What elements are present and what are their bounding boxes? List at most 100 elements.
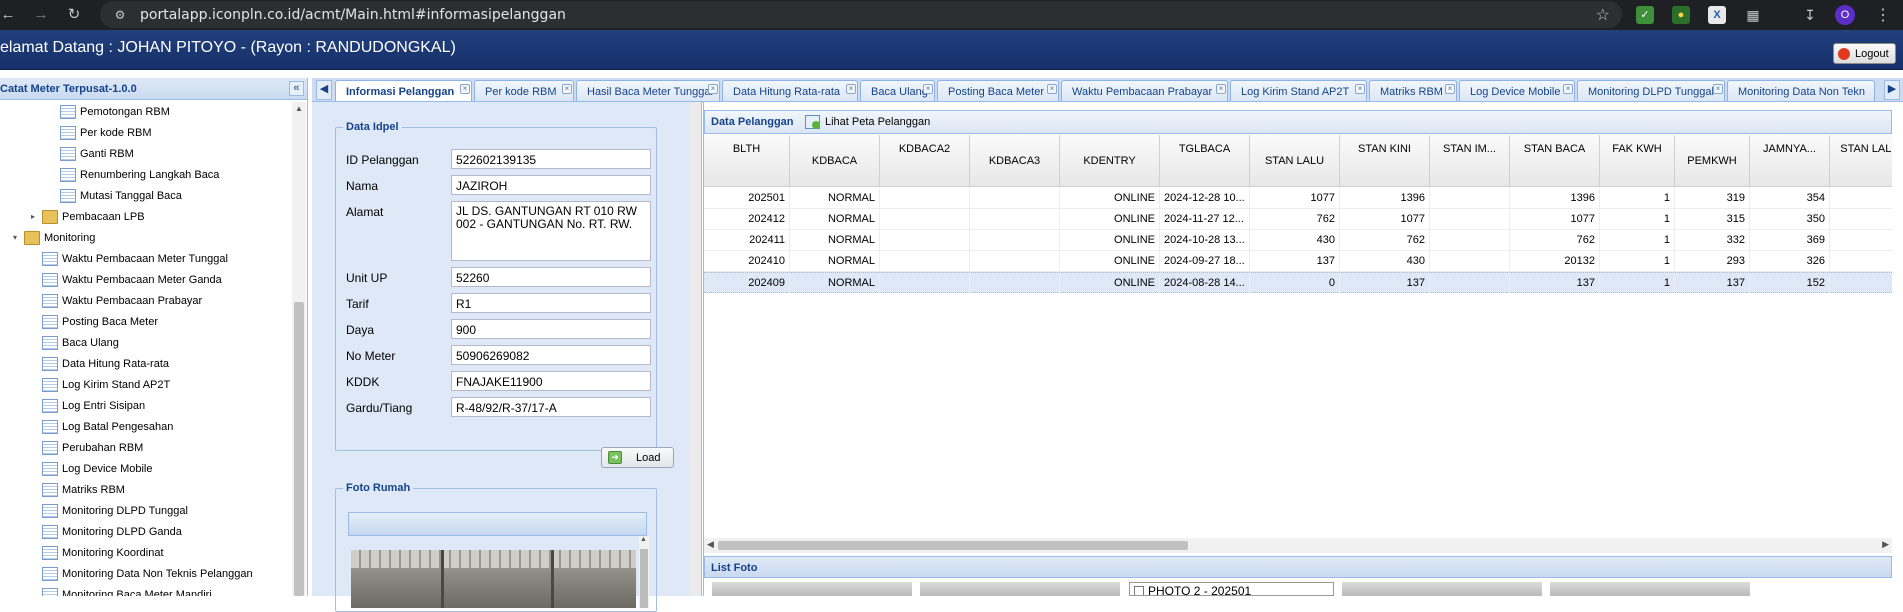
sidebar-item[interactable]: Perubahan RBM [0,438,290,459]
forward-icon[interactable]: → [31,5,51,25]
sidebar-item[interactable]: Monitoring DLPD Ganda [0,522,290,543]
excel-extension-icon[interactable]: X [1708,6,1726,24]
back-icon[interactable]: ← [0,5,18,25]
field-input[interactable]: 52260 [451,267,651,287]
column-header[interactable]: STAN BACA [1510,135,1600,186]
column-header[interactable]: KDBACA [790,135,880,186]
field-input[interactable]: R-48/92/R-37/17-A [451,397,651,417]
collapse-panel-icon[interactable]: « [289,81,304,96]
sidebar-item[interactable]: Monitoring Data Non Teknis Pelanggan [0,564,290,585]
site-settings-icon[interactable]: ⚙ [112,7,128,23]
column-header[interactable]: KDENTRY [1060,135,1160,186]
sidebar-item[interactable]: Log Device Mobile [0,459,290,480]
sidebar-item[interactable]: Log Entri Sisipan [0,396,290,417]
table-row[interactable]: 202501 NORMAL ONLINE 2024-12-28 10... 1077 13… [704,188,1892,209]
tab-close-icon[interactable]: × [460,84,470,94]
tab-close-icon[interactable]: × [1047,84,1057,94]
tab-waktu-pembacaan-prabayar[interactable]: Waktu Pembacaan Prabayar × [1061,80,1228,101]
sidebar-item[interactable]: Waktu Pembacaan Meter Tunggal [0,249,290,270]
photo-thumbnail[interactable] [1550,582,1750,596]
column-header[interactable]: PEMKWH [1675,135,1750,186]
field-input[interactable]: 522602139135 [451,149,651,169]
column-header[interactable]: STAN IM... [1430,135,1510,186]
scroll-right-arrow-icon[interactable]: ▶ [1882,539,1889,550]
tab-close-icon[interactable]: × [846,84,856,94]
scroll-left-arrow-icon[interactable]: ◀ [707,539,714,550]
sidebar-item[interactable]: ▸ Pembacaan LPB [0,207,290,228]
field-input[interactable]: FNAJAKE11900 [451,371,651,391]
tab-matriks-rbm[interactable]: Matriks RBM × [1369,80,1457,101]
field-input[interactable]: 900 [451,319,651,339]
load-button[interactable]: ➜ Load [601,447,674,468]
sidebar-item[interactable]: Data Hitung Rata-rata [0,354,290,375]
tab-informasi-pelanggan[interactable]: Informasi Pelanggan × [335,80,472,101]
sidebar-item[interactable]: Log Kirim Stand AP2T [0,375,290,396]
tab-data-hitung-rata-rata[interactable]: Data Hitung Rata-rata × [722,80,858,101]
column-header[interactable]: KDBACA2 [880,135,970,186]
tab-hasil-baca-meter-tunggal[interactable]: Hasil Baca Meter Tunggal × [576,80,720,101]
column-header[interactable]: TGLBACA [1160,135,1250,186]
scrollbar-thumb[interactable] [718,541,1188,550]
scrollbar-thumb[interactable] [294,302,304,596]
tab-close-icon[interactable]: × [708,84,718,94]
sidebar-item[interactable]: Monitoring Baca Meter Mandiri [0,585,290,596]
detail-scrollbar[interactable] [689,102,701,596]
reload-icon[interactable]: ↻ [64,5,84,25]
column-header[interactable]: STAN LALU W [1830,135,1892,186]
column-header[interactable]: BLTH [704,135,790,186]
browser-menu-icon[interactable]: ⋮ [1875,5,1891,25]
grid-horizontal-scrollbar[interactable]: ◀ ▶ [704,538,1892,553]
expand-arrow-icon[interactable]: ▸ [31,212,40,221]
puzzle-extension-icon[interactable]: ▦ [1744,6,1762,24]
sidebar-item[interactable]: Waktu Pembacaan Prabayar [0,291,290,312]
photo-2-checkbox[interactable] [1134,586,1144,595]
navigation-scrollbar[interactable]: ▲ [292,102,306,596]
table-row[interactable]: 202411 NORMAL ONLINE 2024-10-28 13... 430 762… [704,230,1892,251]
photo-scrollbar[interactable]: ▲ [639,536,649,608]
tab-close-icon[interactable]: × [1355,84,1365,94]
photo-2-item[interactable]: PHOTO 2 - 202501 [1129,582,1334,596]
field-input[interactable]: 50906269082 [451,345,651,365]
collapse-arrow-icon[interactable]: ▾ [13,233,22,242]
photo-thumbnail[interactable] [712,582,912,596]
photo-thumbnail[interactable] [1342,582,1542,596]
alamat-textarea[interactable] [451,201,651,261]
sidebar-item[interactable]: Baca Ulang [0,333,290,354]
tab-close-icon[interactable]: × [1216,84,1226,94]
column-header[interactable]: FAK KWH [1600,135,1675,186]
field-input[interactable]: R1 [451,293,651,313]
sidebar-item[interactable]: Renumbering Langkah Baca [0,165,290,186]
download-icon[interactable]: ↧ [1801,6,1819,24]
tab-close-icon[interactable]: × [562,84,572,94]
sidebar-item[interactable]: Matriks RBM [0,480,290,501]
tab-scroll-left-icon[interactable]: ◀ [316,80,332,100]
photo-thumbnail[interactable] [920,582,1120,596]
tab-close-icon[interactable]: × [1713,84,1723,94]
tab-per-kode-rbm[interactable]: Per kode RBM × [474,80,574,101]
column-header[interactable]: STAN LALU [1250,135,1340,186]
tab-log-kirim-stand-ap2t[interactable]: Log Kirim Stand AP2T × [1230,80,1367,101]
column-header[interactable]: JAMNYA... [1750,135,1830,186]
tab-scroll-right-icon[interactable]: ▶ [1884,80,1900,100]
column-header[interactable]: KDBACA3 [970,135,1060,186]
bookmark-star-icon[interactable]: ☆ [1596,5,1610,25]
sidebar-item[interactable]: Monitoring DLPD Tunggal [0,501,290,522]
tab-monitoring-data-non-tekn[interactable]: Monitoring Data Non Tekn [1727,80,1875,101]
tab-close-icon[interactable]: × [1445,84,1455,94]
tab-posting-baca-meter[interactable]: Posting Baca Meter × [937,80,1059,101]
field-input[interactable]: JAZIROH [451,175,651,195]
scroll-up-arrow-icon[interactable]: ▲ [295,104,303,113]
sidebar-item[interactable]: Log Batal Pengesahan [0,417,290,438]
shield-extension-icon[interactable]: ✓ [1636,6,1654,24]
url-text[interactable]: portalapp.iconpln.co.id/acmt/Main.html#i… [140,7,566,23]
scrollbar-thumb[interactable] [640,549,648,608]
sidebar-item[interactable]: Waktu Pembacaan Meter Ganda [0,270,290,291]
sidebar-item[interactable]: Monitoring Koordinat [0,543,290,564]
tab-close-icon[interactable]: × [1563,84,1573,94]
tab-close-icon[interactable]: × [923,84,933,94]
color-extension-icon[interactable]: ● [1672,6,1690,24]
sidebar-item[interactable]: Pemotongan RBM [0,102,290,123]
tab-monitoring-dlpd-tunggal[interactable]: Monitoring DLPD Tunggal × [1577,80,1725,101]
sidebar-item[interactable]: Mutasi Tanggal Baca [0,186,290,207]
sidebar-item[interactable]: ▾ Monitoring [0,228,290,249]
